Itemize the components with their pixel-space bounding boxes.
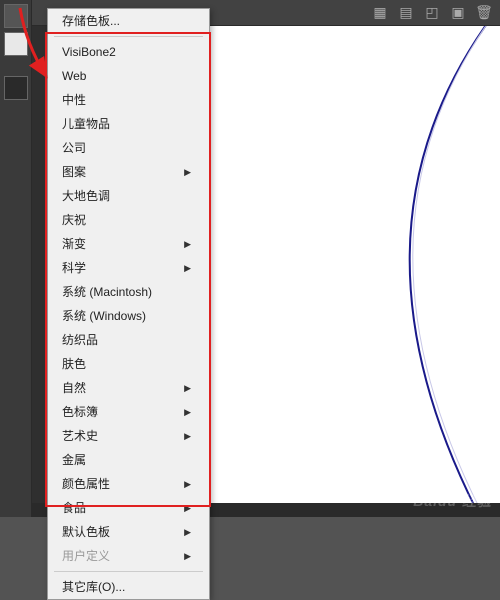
menu-label: 系统 (Macintosh) (62, 284, 152, 300)
menu-item[interactable]: 系统 (Macintosh) (48, 280, 209, 304)
menu-label: 色标簿 (62, 404, 98, 420)
menu-item[interactable]: 系统 (Windows) (48, 304, 209, 328)
menu-item[interactable]: 默认色板 ▶ (48, 520, 209, 544)
menu-separator (54, 36, 203, 37)
menu-label: 系统 (Windows) (62, 308, 146, 324)
menu-item[interactable]: 图案 ▶ (48, 160, 209, 184)
menu-label: 存储色板... (62, 13, 120, 29)
new-icon[interactable]: ▣ (450, 5, 466, 21)
submenu-arrow-icon: ▶ (184, 380, 191, 396)
menu-label: 渐变 (62, 236, 86, 252)
trash-icon[interactable]: 🗑 (476, 5, 492, 21)
menu-save-swatches[interactable]: 存储色板... (48, 9, 209, 33)
submenu-arrow-icon: ▶ (184, 236, 191, 252)
menu-item[interactable]: 艺术史 ▶ (48, 424, 209, 448)
menu-item[interactable]: 色标簿 ▶ (48, 400, 209, 424)
submenu-arrow-icon: ▶ (184, 404, 191, 420)
toolbar-icon-3[interactable]: ◰ (424, 5, 440, 21)
menu-label: 图案 (62, 164, 86, 180)
menu-other-library[interactable]: 其它库(O)... (48, 575, 209, 599)
menu-item[interactable]: 颜色属性 ▶ (48, 472, 209, 496)
menu-separator (54, 571, 203, 572)
menu-label: 自然 (62, 380, 86, 396)
panel-icon-3[interactable] (4, 76, 28, 100)
menu-item[interactable]: 庆祝 (48, 208, 209, 232)
menu-item[interactable]: 儿童物品 (48, 112, 209, 136)
menu-item[interactable]: 中性 (48, 88, 209, 112)
menu-item[interactable]: 肤色 (48, 352, 209, 376)
watermark: Baidu 经验 (413, 491, 492, 511)
menu-label: 用户定义 (62, 548, 110, 564)
menu-item[interactable]: 食品 ▶ (48, 496, 209, 520)
submenu-arrow-icon: ▶ (184, 500, 191, 516)
menu-label: 金属 (62, 452, 86, 468)
menu-label: 肤色 (62, 356, 86, 372)
menu-label: 艺术史 (62, 428, 98, 444)
menu-label: 纺织品 (62, 332, 98, 348)
submenu-arrow-icon: ▶ (184, 548, 191, 564)
menu-label: 庆祝 (62, 212, 86, 228)
menu-label: 中性 (62, 92, 86, 108)
menu-item[interactable]: Web (48, 64, 209, 88)
submenu-arrow-icon: ▶ (184, 260, 191, 276)
menu-item: 用户定义 ▶ (48, 544, 209, 568)
submenu-arrow-icon: ▶ (184, 524, 191, 540)
menu-item[interactable]: 渐变 ▶ (48, 232, 209, 256)
panel-gap (32, 26, 47, 517)
menu-label: 食品 (62, 500, 86, 516)
menu-label: 颜色属性 (62, 476, 110, 492)
panel-icon-2[interactable] (4, 32, 28, 56)
menu-label: 儿童物品 (62, 116, 110, 132)
canvas[interactable] (210, 26, 500, 517)
menu-label: 其它库(O)... (62, 579, 125, 595)
menu-item[interactable]: VisiBone2 (48, 40, 209, 64)
menu-item[interactable]: 科学 ▶ (48, 256, 209, 280)
toolbar-icon-2[interactable]: ▤ (398, 5, 414, 21)
sidebar (0, 0, 32, 517)
menu-item[interactable]: 自然 ▶ (48, 376, 209, 400)
toolbar-icon-1[interactable]: ▦ (372, 5, 388, 21)
swatches-menu: 存储色板... VisiBone2 Web 中性儿童物品公司图案 ▶ 大地色调庆祝渐变 ▶… (47, 8, 210, 600)
submenu-arrow-icon: ▶ (184, 428, 191, 444)
menu-label: 大地色调 (62, 188, 110, 204)
menu-item[interactable]: 公司 (48, 136, 209, 160)
menu-label: 公司 (62, 140, 86, 156)
submenu-arrow-icon: ▶ (184, 476, 191, 492)
menu-item[interactable]: 纺织品 (48, 328, 209, 352)
panel-icon-1[interactable] (4, 4, 28, 28)
submenu-arrow-icon: ▶ (184, 164, 191, 180)
menu-label: Web (62, 68, 86, 84)
menu-label: VisiBone2 (62, 44, 116, 60)
menu-item[interactable]: 大地色调 (48, 184, 209, 208)
menu-item[interactable]: 金属 (48, 448, 209, 472)
menu-label: 科学 (62, 260, 86, 276)
menu-label: 默认色板 (62, 524, 110, 540)
